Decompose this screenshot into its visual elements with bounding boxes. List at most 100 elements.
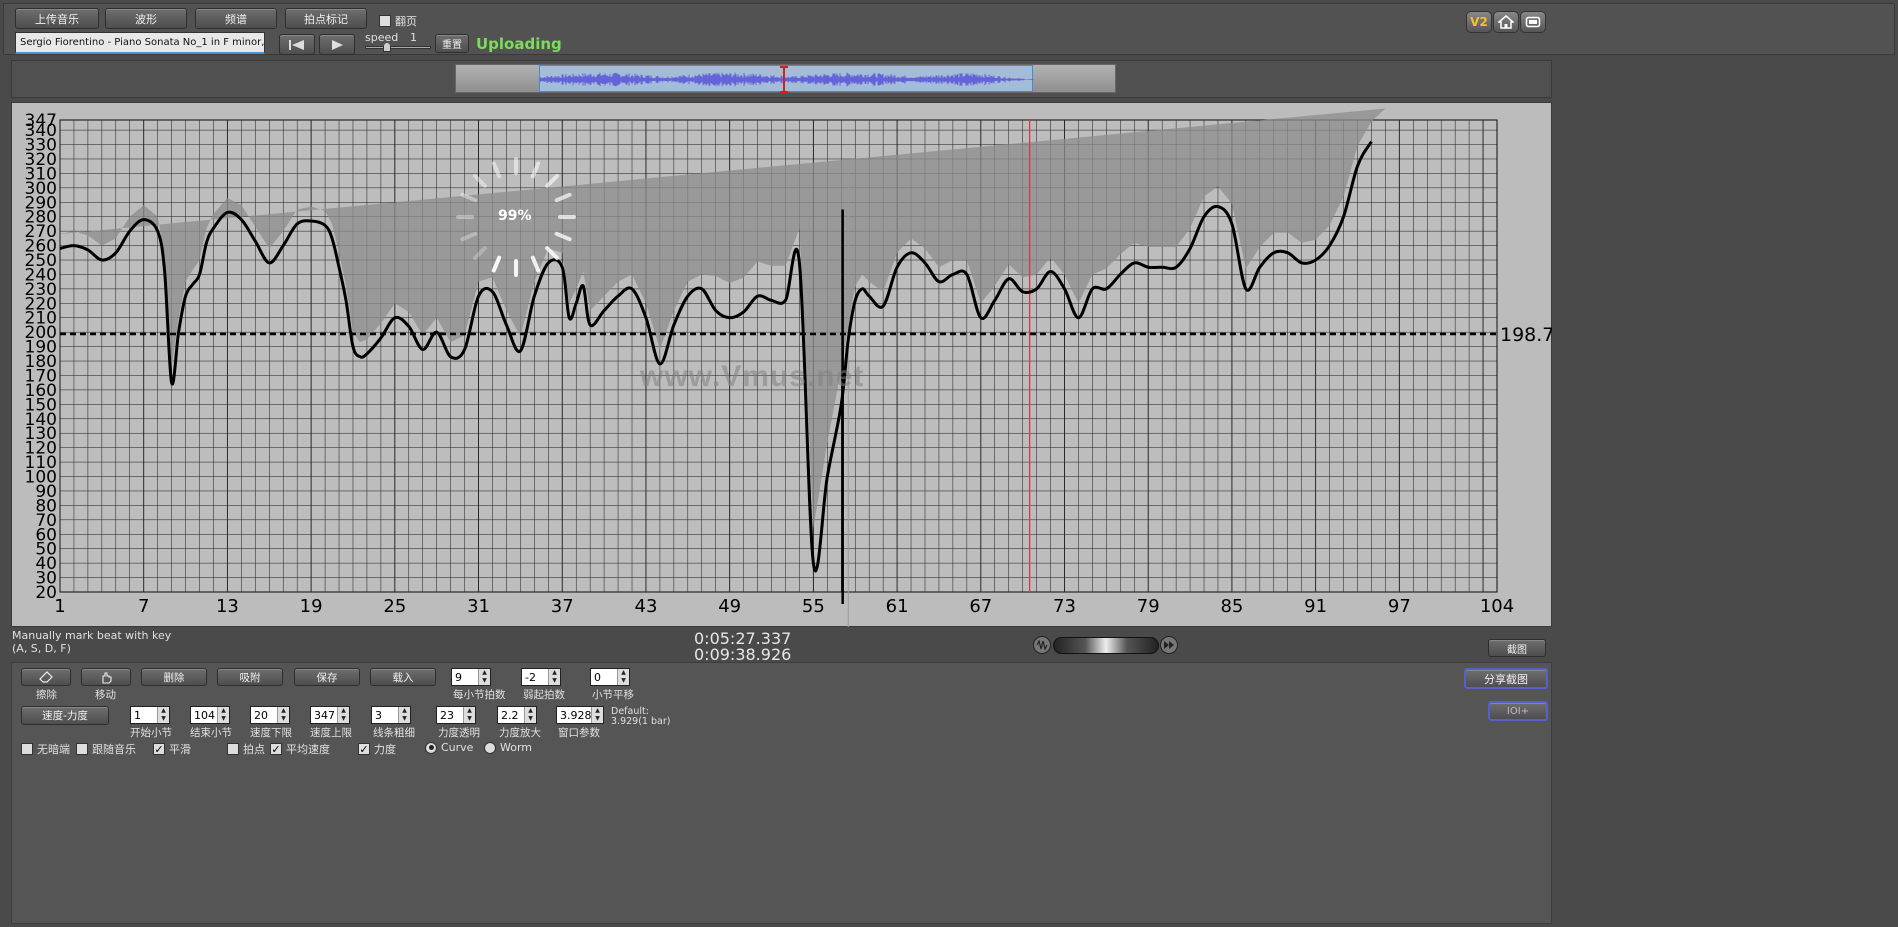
- x-tick-label: 91: [1304, 596, 1327, 617]
- end-bar-stepper[interactable]: ▲ ▼: [217, 707, 229, 723]
- dyn-scale-stepper[interactable]: ▲ ▼: [524, 707, 536, 723]
- x-tick-label: 25: [383, 596, 406, 617]
- home-button[interactable]: [1493, 11, 1519, 33]
- end-bar-value: 104: [194, 708, 215, 722]
- play-button[interactable]: [319, 34, 355, 55]
- avg-tempo-checkbox[interactable]: ✓ 平均速度: [270, 741, 330, 757]
- no-dark-checkbox[interactable]: 无暗端: [21, 741, 70, 757]
- end-bar-input[interactable]: 104 ▲ ▼: [190, 706, 230, 724]
- beat-point-checkbox[interactable]: 拍点: [227, 741, 265, 757]
- line-width-stepper[interactable]: ▲ ▼: [398, 707, 410, 723]
- follow-music-label: 跟随音乐: [92, 743, 136, 756]
- ioi-button[interactable]: IOI+: [1488, 701, 1548, 721]
- dyn-alpha-input[interactable]: 23 ▲ ▼: [436, 706, 476, 724]
- play-icon: [332, 39, 343, 50]
- worm-radio-dot[interactable]: [484, 741, 496, 754]
- x-tick-label: 61: [886, 596, 909, 617]
- overview-wave: [540, 72, 1034, 87]
- curve-radio[interactable]: Curve: [425, 741, 473, 754]
- speed-slider-track[interactable]: [365, 46, 431, 49]
- avg-tempo-box[interactable]: ✓: [270, 743, 282, 755]
- erase-button[interactable]: [21, 668, 71, 686]
- no-dark-label: 无暗端: [37, 743, 70, 756]
- spinner-tick: [530, 255, 541, 273]
- screenshot-button[interactable]: 截图: [1488, 639, 1546, 657]
- tempo-min-value: 20: [254, 708, 268, 722]
- smooth-checkbox[interactable]: ✓ 平滑: [153, 741, 191, 757]
- delete-button[interactable]: 删除: [141, 668, 207, 686]
- spectrum-button[interactable]: 频谱: [195, 8, 277, 29]
- tempo-min-stepper[interactable]: ▲ ▼: [277, 707, 289, 723]
- reset-button[interactable]: 重置: [435, 34, 469, 53]
- dynamics-checkbox[interactable]: ✓ 力度: [358, 741, 396, 757]
- spinner-tick: [554, 231, 572, 242]
- pickup-beats-input[interactable]: -2 ▲ ▼: [521, 668, 561, 686]
- load-button[interactable]: 载入: [370, 668, 436, 686]
- fast-button[interactable]: [1160, 636, 1178, 654]
- line-width-input[interactable]: 3 ▲ ▼: [371, 706, 411, 724]
- eraser-icon: [39, 671, 53, 683]
- upload-music-button[interactable]: 上传音乐: [15, 8, 99, 29]
- curve-radio-dot[interactable]: [425, 741, 437, 754]
- tempo-max-value: 347: [314, 708, 335, 722]
- speed-label: speed: [365, 31, 399, 44]
- tempo-max-input[interactable]: 347 ▲ ▼: [310, 706, 350, 724]
- dyn-alpha-stepper[interactable]: ▲ ▼: [463, 707, 475, 723]
- x-tick-label: 55: [802, 596, 825, 617]
- no-dark-box[interactable]: [21, 743, 33, 755]
- slow-button[interactable]: [1033, 636, 1051, 654]
- track-title-field[interactable]: Sergio Fiorentino - Piano Sonata No_1 in…: [15, 32, 265, 54]
- overview-waveform[interactable]: [455, 64, 1116, 93]
- save-button[interactable]: 保存: [294, 668, 360, 686]
- smooth-box[interactable]: ✓: [153, 743, 165, 755]
- pickup-beats-stepper[interactable]: ▲ ▼: [548, 669, 560, 685]
- window-button[interactable]: [1520, 11, 1546, 33]
- pageflip-checkbox[interactable]: 翻页: [379, 13, 417, 29]
- move-label: 移动: [95, 689, 116, 701]
- skip-previous-icon: [289, 39, 304, 50]
- start-bar-stepper[interactable]: ▲ ▼: [157, 707, 169, 723]
- waveform-button[interactable]: 波形: [105, 8, 187, 29]
- bar-shift-value: 0: [594, 670, 601, 684]
- spinner-tick: [460, 231, 478, 242]
- share-screenshot-button[interactable]: 分享截图: [1464, 668, 1548, 689]
- window-param-input[interactable]: 3.9285 ▲ ▼: [556, 706, 604, 724]
- follow-music-box[interactable]: [76, 743, 88, 755]
- dyn-scale-input[interactable]: 2.2 ▲ ▼: [497, 706, 537, 724]
- beat-marker-button[interactable]: 拍点标记: [285, 8, 367, 29]
- watermark: www.Vmus.net: [640, 360, 865, 393]
- bar-shift-stepper[interactable]: ▲ ▼: [617, 669, 629, 685]
- window-param-stepper[interactable]: ▲ ▼: [591, 707, 603, 723]
- x-tick-label: 31: [467, 596, 490, 617]
- hint-line-2: (A, S, D, F): [12, 642, 71, 655]
- spinner-tick: [545, 246, 560, 261]
- upload-status: Uploading: [476, 35, 562, 53]
- beat-point-box[interactable]: [227, 743, 239, 755]
- move-button[interactable]: [81, 668, 131, 686]
- tempo-min-input[interactable]: 20 ▲ ▼: [250, 706, 290, 724]
- beats-per-bar-stepper[interactable]: ▲ ▼: [478, 669, 490, 685]
- x-tick-label: 73: [1053, 596, 1076, 617]
- follow-music-checkbox[interactable]: 跟随音乐: [76, 741, 136, 757]
- tempo-max-stepper[interactable]: ▲ ▼: [337, 707, 349, 723]
- version-badge[interactable]: V2: [1466, 11, 1492, 33]
- pickup-beats-value: -2: [525, 670, 536, 684]
- bar-shift-input[interactable]: 0 ▲ ▼: [590, 668, 630, 686]
- bar-shift-label: 小节平移: [592, 689, 634, 701]
- tempo-dynamics-button[interactable]: 速度-力度: [21, 706, 109, 725]
- beats-per-bar-input[interactable]: 9 ▲ ▼: [451, 668, 491, 686]
- spinner-percent: 99%: [498, 208, 532, 224]
- hint-line-1: Manually mark beat with key: [12, 629, 172, 642]
- worm-radio[interactable]: Worm: [484, 741, 532, 754]
- x-tick-label: 67: [969, 596, 992, 617]
- snap-button[interactable]: 吸附: [217, 668, 283, 686]
- overview-window[interactable]: [539, 65, 1034, 93]
- start-bar-input[interactable]: 1 ▲ ▼: [130, 706, 170, 724]
- hand-icon: [102, 671, 112, 684]
- jog-wheel[interactable]: [1053, 637, 1159, 654]
- slow-wave-icon: [1036, 640, 1048, 650]
- dynamics-box[interactable]: ✓: [358, 743, 370, 755]
- pageflip-box[interactable]: [379, 15, 391, 27]
- spinner-tick: [530, 161, 541, 179]
- previous-button[interactable]: [279, 34, 315, 55]
